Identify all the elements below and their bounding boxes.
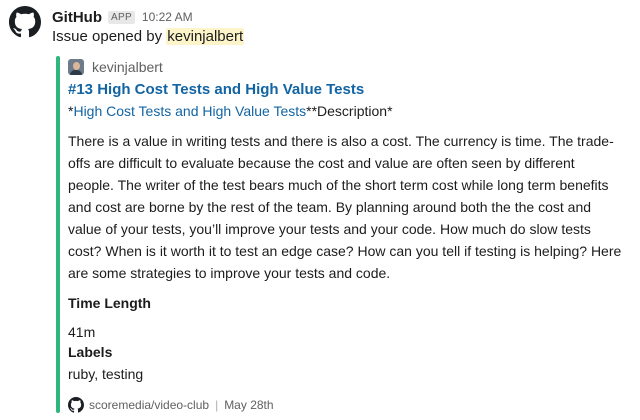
footer-repo[interactable]: scoremedia/video-club xyxy=(89,398,209,412)
message-prefix: Issue opened by xyxy=(52,28,167,45)
issue-body: There is a value in writing tests and th… xyxy=(68,133,622,281)
field-value-time-length: 41m xyxy=(68,324,96,340)
app-name[interactable]: GitHub xyxy=(52,9,102,26)
attachment: kevinjalbert #13 High Cost Tests and Hig… xyxy=(68,56,628,384)
desc-suffix: **Description* xyxy=(306,103,393,119)
field-title-labels: Labels xyxy=(68,344,113,360)
user-avatar xyxy=(68,59,84,75)
attachment-accent-bar xyxy=(56,56,60,413)
app-badge: APP xyxy=(108,10,135,24)
desc-link[interactable]: High Cost Tests and High Value Tests xyxy=(73,103,306,119)
attachment-author: kevinjalbert xyxy=(68,56,628,78)
message-text: Issue opened by kevinjalbert xyxy=(52,28,245,45)
author-name[interactable]: kevinjalbert xyxy=(92,59,163,75)
github-octocat-icon[interactable] xyxy=(9,6,41,38)
footer-date[interactable]: May 28th xyxy=(224,398,273,412)
description-line: *High Cost Tests and High Value Tests**D… xyxy=(68,101,628,122)
attachment-footer: scoremedia/video-club | May 28th xyxy=(68,396,274,414)
user-mention[interactable]: kevinjalbert xyxy=(166,28,245,45)
message-header: GitHub APP 10:22 AM xyxy=(52,7,193,27)
field-title-time-length: Time Length xyxy=(68,295,151,311)
field-value-labels: ruby, testing xyxy=(68,366,144,382)
timestamp[interactable]: 10:22 AM xyxy=(142,10,193,24)
footer-separator: | xyxy=(215,398,219,412)
github-octocat-icon xyxy=(68,397,84,413)
issue-title-link[interactable]: #13 High Cost Tests and High Value Tests xyxy=(68,80,628,100)
